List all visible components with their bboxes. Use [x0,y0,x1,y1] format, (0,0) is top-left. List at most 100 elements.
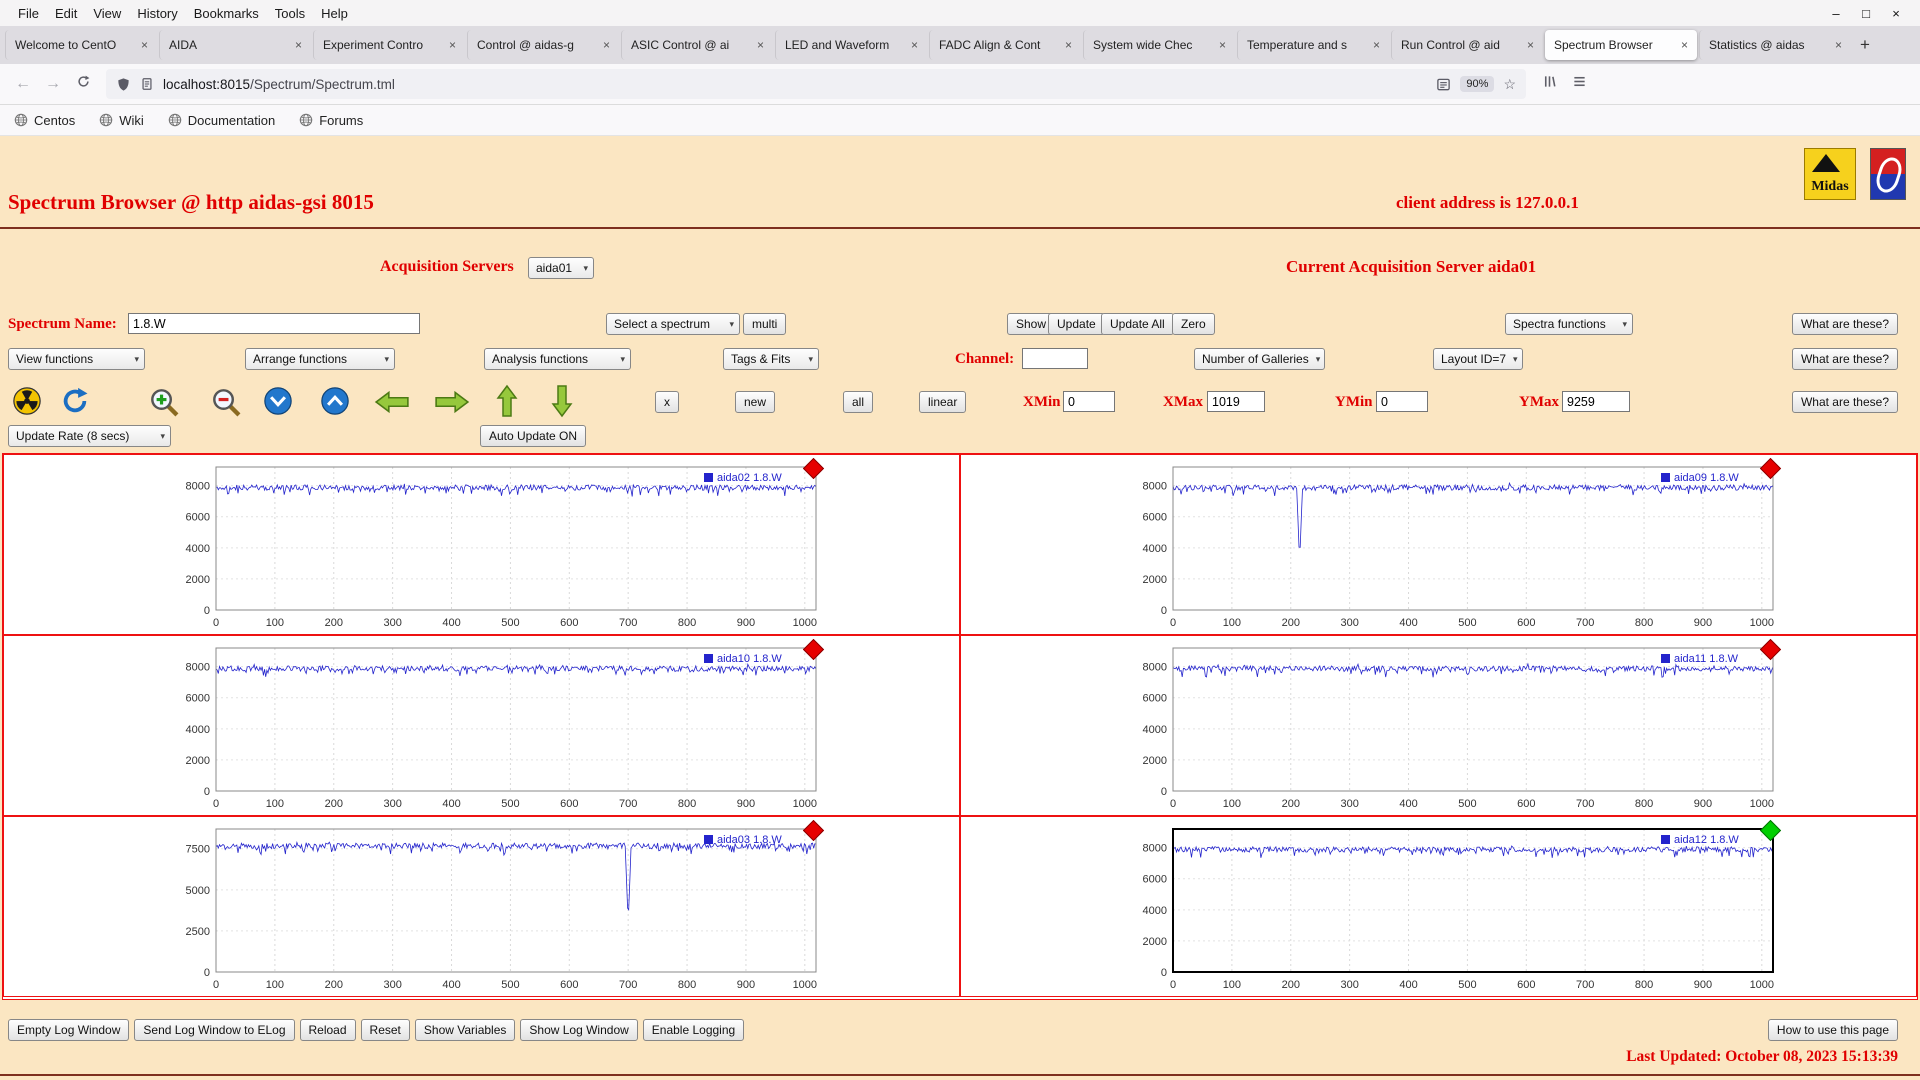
url-bar[interactable]: localhost:8015/Spectrum/Spectrum.tml 90%… [106,69,1526,99]
maximize-icon[interactable]: □ [1858,6,1874,21]
radiation-icon[interactable] [12,386,42,421]
menu-bookmarks[interactable]: Bookmarks [186,4,267,23]
acquisition-server-select[interactable]: aida01▾ [528,257,594,279]
tab-close-icon[interactable]: × [1373,38,1380,52]
show-log-window-button[interactable]: Show Log Window [520,1019,637,1041]
spectrum-plot-cell[interactable]: 0100200300400500600700800900100002000400… [960,635,1917,816]
tab-statistics-aidas[interactable]: Statistics @ aidas× [1699,30,1851,60]
tab-close-icon[interactable]: × [295,38,302,52]
tab-spectrum-browser[interactable]: Spectrum Browser× [1545,30,1697,60]
tab-close-icon[interactable]: × [1681,38,1688,52]
arrow-right-icon[interactable] [434,389,470,420]
reader-mode-icon[interactable] [1436,77,1451,92]
close-icon[interactable]: × [1888,6,1904,21]
number-of-galleries-dropdown[interactable]: Number of Galleries▾ [1194,348,1325,370]
ymax-input[interactable] [1562,391,1630,412]
back-button[interactable]: ← [8,75,38,93]
tab-system-wide-chec[interactable]: System wide Chec× [1083,30,1235,60]
view-functions-dropdown[interactable]: View functions▾ [8,348,145,370]
spectrum-chart[interactable]: 0100200300400500600700800900100002000400… [154,463,834,633]
tab-led-and-waveform[interactable]: LED and Waveform× [775,30,927,60]
y-zoom-icon[interactable] [320,386,350,421]
tracking-shield-icon[interactable] [116,77,131,92]
spectrum-chart[interactable]: 0100200300400500600700800900100002000400… [1111,644,1791,814]
spectrum-chart[interactable]: 0100200300400500600700800900100002000400… [1111,463,1791,633]
minimize-icon[interactable]: – [1828,6,1844,21]
bookmark-forums[interactable]: Forums [299,113,363,128]
arrow-up-icon[interactable] [494,384,520,423]
reset-button[interactable]: Reset [361,1019,410,1041]
bookmark-documentation[interactable]: Documentation [168,113,275,128]
update-button[interactable]: Update [1048,313,1105,335]
url-text[interactable]: localhost:8015/Spectrum/Spectrum.tml [163,77,1427,92]
xmin-input[interactable] [1063,391,1115,412]
tab-close-icon[interactable]: × [757,38,764,52]
library-button[interactable] [1534,74,1564,94]
tab-close-icon[interactable]: × [1527,38,1534,52]
menu-help[interactable]: Help [313,4,356,23]
tab-close-icon[interactable]: × [603,38,610,52]
analysis-functions-dropdown[interactable]: Analysis functions▾ [484,348,631,370]
linear-button[interactable]: linear [919,391,966,413]
bookmark-centos[interactable]: Centos [14,113,75,128]
zoom-level-badge[interactable]: 90% [1460,76,1494,92]
y-unzoom-icon[interactable] [263,386,293,421]
what-are-these-button-2[interactable]: What are these? [1792,348,1898,370]
menu-tools[interactable]: Tools [267,4,313,23]
spectrum-chart[interactable]: 0100200300400500600700800900100002000400… [1111,825,1791,995]
all-button[interactable]: all [843,391,873,413]
select-spectrum-dropdown[interactable]: Select a spectrum▾ [606,313,740,335]
spectrum-name-input[interactable] [128,313,420,334]
show-variables-button[interactable]: Show Variables [415,1019,516,1041]
x-button[interactable]: x [655,391,679,413]
zero-button[interactable]: Zero [1172,313,1215,335]
arrow-down-icon[interactable] [549,384,575,423]
tab-experiment-contro[interactable]: Experiment Contro× [313,30,465,60]
menu-edit[interactable]: Edit [47,4,85,23]
zoom-in-icon[interactable] [148,386,180,423]
tab-close-icon[interactable]: × [1835,38,1842,52]
update-all-button[interactable]: Update All [1101,313,1174,335]
tab-run-control-aid[interactable]: Run Control @ aid× [1391,30,1543,60]
what-are-these-button-1[interactable]: What are these? [1792,313,1898,335]
enable-logging-button[interactable]: Enable Logging [643,1019,744,1041]
multi-button[interactable]: multi [743,313,786,335]
tab-asic-control-ai[interactable]: ASIC Control @ ai× [621,30,773,60]
layout-id-dropdown[interactable]: Layout ID=7▾ [1433,348,1523,370]
tab-close-icon[interactable]: × [449,38,456,52]
empty-log-window-button[interactable]: Empty Log Window [8,1019,129,1041]
tab-control-aidas-g[interactable]: Control @ aidas-g× [467,30,619,60]
send-log-window-to-elog-button[interactable]: Send Log Window to ELog [134,1019,294,1041]
reload-button[interactable]: Reload [300,1019,356,1041]
tab-close-icon[interactable]: × [1065,38,1072,52]
how-to-use-button[interactable]: How to use this page [1768,1019,1898,1041]
zoom-out-icon[interactable] [210,386,242,423]
auto-update-button[interactable]: Auto Update ON [480,425,586,447]
spectrum-plot-cell[interactable]: 0100200300400500600700800900100002500500… [3,816,960,997]
new-tab-button[interactable]: + [1852,32,1878,58]
menu-file[interactable]: File [10,4,47,23]
tab-fadc-align-cont[interactable]: FADC Align & Cont× [929,30,1081,60]
arrange-functions-dropdown[interactable]: Arrange functions▾ [245,348,395,370]
what-are-these-button-3[interactable]: What are these? [1792,391,1898,413]
tags-fits-dropdown[interactable]: Tags & Fits▾ [723,348,819,370]
tab-close-icon[interactable]: × [141,38,148,52]
spectrum-plot-cell[interactable]: 0100200300400500600700800900100002000400… [3,635,960,816]
menu-view[interactable]: View [85,4,129,23]
spectrum-chart[interactable]: 0100200300400500600700800900100002000400… [154,644,834,814]
reload-button[interactable] [68,74,98,94]
forward-button[interactable]: → [38,75,68,93]
bookmark-star-icon[interactable]: ☆ [1503,76,1516,93]
spectrum-plot-cell[interactable]: 0100200300400500600700800900100002000400… [960,816,1917,997]
tab-aida[interactable]: AIDA× [159,30,311,60]
refresh-icon[interactable] [60,386,90,421]
arrow-left-icon[interactable] [374,389,410,420]
spectrum-plot-cell[interactable]: 0100200300400500600700800900100002000400… [960,454,1917,635]
spectrum-plot-cell[interactable]: 0100200300400500600700800900100002000400… [3,454,960,635]
page-info-icon[interactable] [140,77,154,91]
spectra-functions-dropdown[interactable]: Spectra functions▾ [1505,313,1633,335]
tab-close-icon[interactable]: × [1219,38,1226,52]
spectrum-chart[interactable]: 0100200300400500600700800900100002500500… [154,825,834,995]
tab-close-icon[interactable]: × [911,38,918,52]
ymin-input[interactable] [1376,391,1428,412]
